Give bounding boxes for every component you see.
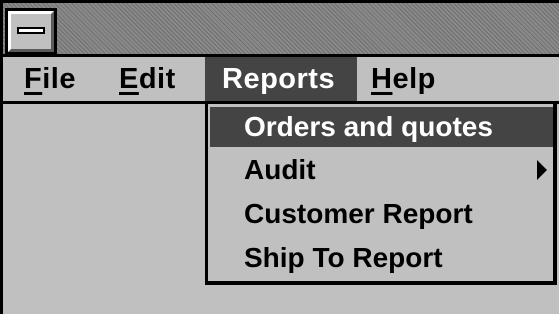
menu-file-label: ile: [42, 63, 76, 95]
menu-help-label: elp: [392, 63, 436, 95]
application-window: File Edit Reports Help Orders and quotes…: [0, 0, 559, 314]
system-menu-button[interactable]: [5, 8, 57, 55]
menu-file-mnemonic: F: [24, 63, 43, 95]
menu-item-label: Ship To Report: [244, 242, 443, 273]
menu-bar: File Edit Reports Help: [3, 57, 559, 104]
menu-help-mnemonic: H: [371, 63, 393, 95]
menu-item-customer-report[interactable]: Customer Report: [210, 194, 553, 234]
menu-reports[interactable]: Reports: [205, 57, 357, 101]
menu-edit-mnemonic: E: [119, 63, 139, 95]
menu-help[interactable]: Help: [360, 57, 460, 101]
system-menu-icon: [17, 27, 45, 34]
menu-item-audit[interactable]: Audit: [210, 150, 553, 190]
reports-dropdown-menu: Orders and quotes Audit Customer Report …: [205, 101, 557, 285]
right-triangle-arrow-icon: [537, 160, 547, 180]
title-bar[interactable]: [3, 0, 559, 57]
menu-edit[interactable]: Edit: [109, 57, 199, 101]
menu-item-label: Audit: [244, 154, 316, 185]
menu-edit-label: dit: [138, 63, 176, 95]
menu-item-orders-and-quotes[interactable]: Orders and quotes: [210, 107, 553, 147]
menu-item-label: Orders and quotes: [244, 111, 493, 142]
menu-file[interactable]: File: [15, 57, 89, 101]
menu-item-ship-to-report[interactable]: Ship To Report: [210, 238, 553, 278]
menu-item-label: Customer Report: [244, 198, 473, 229]
menu-reports-label: Reports: [222, 63, 336, 95]
